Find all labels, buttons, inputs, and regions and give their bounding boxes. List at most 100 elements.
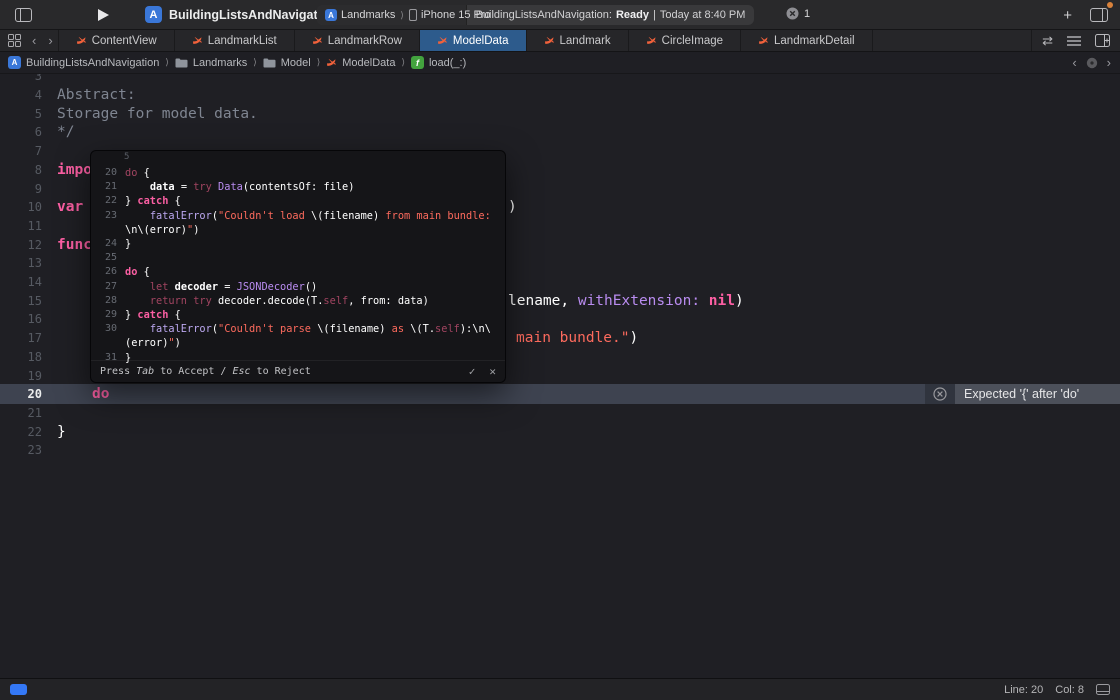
line-number[interactable]: 18 [0, 350, 42, 364]
breadcrumb-item-1[interactable]: ABuildingListsAndNavigation [8, 56, 159, 69]
issue-count: 1 [804, 8, 810, 20]
line-number[interactable]: 23 [0, 443, 42, 457]
swift-file-icon [437, 35, 448, 46]
line-number[interactable]: 21 [0, 406, 42, 420]
editor-settings-icon[interactable] [1096, 684, 1110, 695]
tab-label: LandmarkDetail [774, 35, 855, 47]
code-token: \(T. [410, 323, 435, 335]
breadcrumb-item-3[interactable]: Model [263, 57, 311, 69]
tab-landmarkrow[interactable]: LandmarkRow [295, 30, 420, 51]
code-token: ) [175, 337, 181, 349]
completion-code: } catch { [125, 309, 181, 321]
code-token: do [125, 266, 137, 278]
code-token: ):\n\ [460, 323, 491, 335]
scheme-name[interactable]: Landmarks [341, 9, 395, 21]
line-number[interactable]: 22 [0, 425, 42, 439]
swift-file-icon [76, 35, 87, 46]
line-number[interactable]: 9 [0, 182, 42, 196]
breadcrumb-label: Model [281, 57, 311, 69]
code-token: (contentsOf: file) [243, 181, 355, 193]
line-number[interactable]: 16 [0, 312, 42, 326]
breadcrumb-item-4[interactable]: ModelData [326, 57, 395, 69]
accept-completion-button[interactable]: ✓ [469, 365, 476, 378]
tab-bar: ‹ › ContentViewLandmarkListLandmarkRowMo… [0, 30, 1120, 52]
code-token: */ [57, 124, 74, 140]
code-editor[interactable]: 5 20do {21 data = try Data(contentsOf: f… [0, 74, 1120, 678]
line-number[interactable]: 8 [0, 163, 42, 177]
tab-landmarklist[interactable]: LandmarkList [175, 30, 295, 51]
line-number[interactable]: 11 [0, 219, 42, 233]
line-number[interactable]: 4 [0, 88, 42, 102]
tab-overview-icon[interactable] [8, 34, 21, 47]
next-issue-icon[interactable]: › [1106, 56, 1112, 69]
code-token [125, 295, 150, 307]
scheme-selector[interactable]: A Landmarks ⟩ iPhone 15 Pro [317, 5, 467, 25]
code-line[interactable]: } [57, 424, 66, 440]
completion-row: 25 [91, 252, 505, 266]
completion-line-number: 29 [91, 309, 117, 320]
previous-issue-icon[interactable]: ‹ [1071, 56, 1077, 69]
code-line[interactable]: Abstract: [57, 87, 136, 103]
line-number[interactable]: 3 [0, 74, 42, 83]
back-button[interactable]: ‹ [31, 34, 37, 47]
line-number[interactable]: 6 [0, 125, 42, 139]
code-token: } [125, 195, 137, 207]
line-number[interactable]: 17 [0, 331, 42, 345]
breadcrumb-label: Landmarks [193, 57, 247, 69]
tab-label: CircleImage [662, 35, 723, 47]
line-number[interactable]: 15 [0, 294, 42, 308]
status-display[interactable]: BuildingListsAndNavigation: Ready | Toda… [467, 5, 754, 25]
line-number[interactable]: 7 [0, 144, 42, 158]
line-number[interactable]: 5 [0, 107, 42, 121]
breadcrumb-item-5[interactable]: fload(_:) [411, 56, 466, 69]
adjust-editor-icon[interactable] [1067, 36, 1081, 46]
chevron-separator-icon: ⟩ [400, 57, 406, 68]
completion-row: (error)") [91, 337, 505, 351]
code-token: \(filename) [311, 210, 379, 222]
status-blue-icon[interactable] [10, 684, 27, 695]
split-editor-icon[interactable] [1095, 34, 1110, 47]
code-token: decoder [175, 281, 218, 293]
code-token: Abstract: [57, 87, 136, 103]
completion-line-number: 23 [91, 210, 117, 221]
line-number[interactable]: 13 [0, 256, 42, 270]
sidebar-toggle-icon[interactable] [10, 5, 36, 25]
code-line[interactable]: */ [57, 124, 74, 140]
line-number[interactable]: 19 [0, 369, 42, 383]
code-token: func [57, 237, 92, 253]
tab-modeldata[interactable]: ModelData [420, 30, 527, 51]
code-segment: do [92, 386, 109, 402]
swift-file-icon [326, 57, 337, 68]
completion-code: fatalError("Couldn't load \(filename) fr… [125, 210, 497, 222]
code-line[interactable]: Storage for model data. [57, 106, 258, 122]
tab-contentview[interactable]: ContentView [59, 30, 175, 51]
code-line[interactable]: func [57, 237, 92, 253]
code-token: withExtension: [578, 293, 700, 309]
issue-nav-icon[interactable] [1086, 57, 1098, 69]
line-number[interactable]: 20 [0, 387, 42, 401]
breadcrumb-label: ModelData [342, 57, 395, 69]
tab-landmark[interactable]: Landmark [527, 30, 629, 51]
reject-completion-button[interactable]: ✕ [489, 365, 496, 378]
code-line[interactable]: var) [57, 199, 83, 215]
error-message[interactable]: Expected '{' after 'do' [955, 384, 1120, 404]
error-annotation-icon[interactable] [925, 384, 955, 404]
issue-badge[interactable]: 1 [786, 7, 810, 20]
line-number[interactable]: 10 [0, 200, 42, 214]
run-button[interactable] [91, 5, 115, 25]
code-line[interactable]: impo [57, 162, 92, 178]
code-token: ) [735, 293, 744, 309]
breadcrumb-label: load(_:) [429, 57, 466, 69]
code-token: try [193, 295, 212, 307]
code-token: fatalError [150, 210, 212, 222]
line-number[interactable]: 14 [0, 275, 42, 289]
forward-button[interactable]: › [47, 34, 53, 47]
code-review-icon[interactable]: ⇄ [1042, 33, 1053, 49]
inspector-toggle-icon[interactable] [1090, 8, 1108, 22]
tab-circleimage[interactable]: CircleImage [629, 30, 741, 51]
breadcrumb-item-2[interactable]: Landmarks [175, 57, 247, 69]
code-token: let [150, 281, 169, 293]
line-number[interactable]: 12 [0, 238, 42, 252]
tab-landmarkdetail[interactable]: LandmarkDetail [741, 30, 873, 51]
add-editor-button[interactable]: + [1063, 7, 1072, 24]
